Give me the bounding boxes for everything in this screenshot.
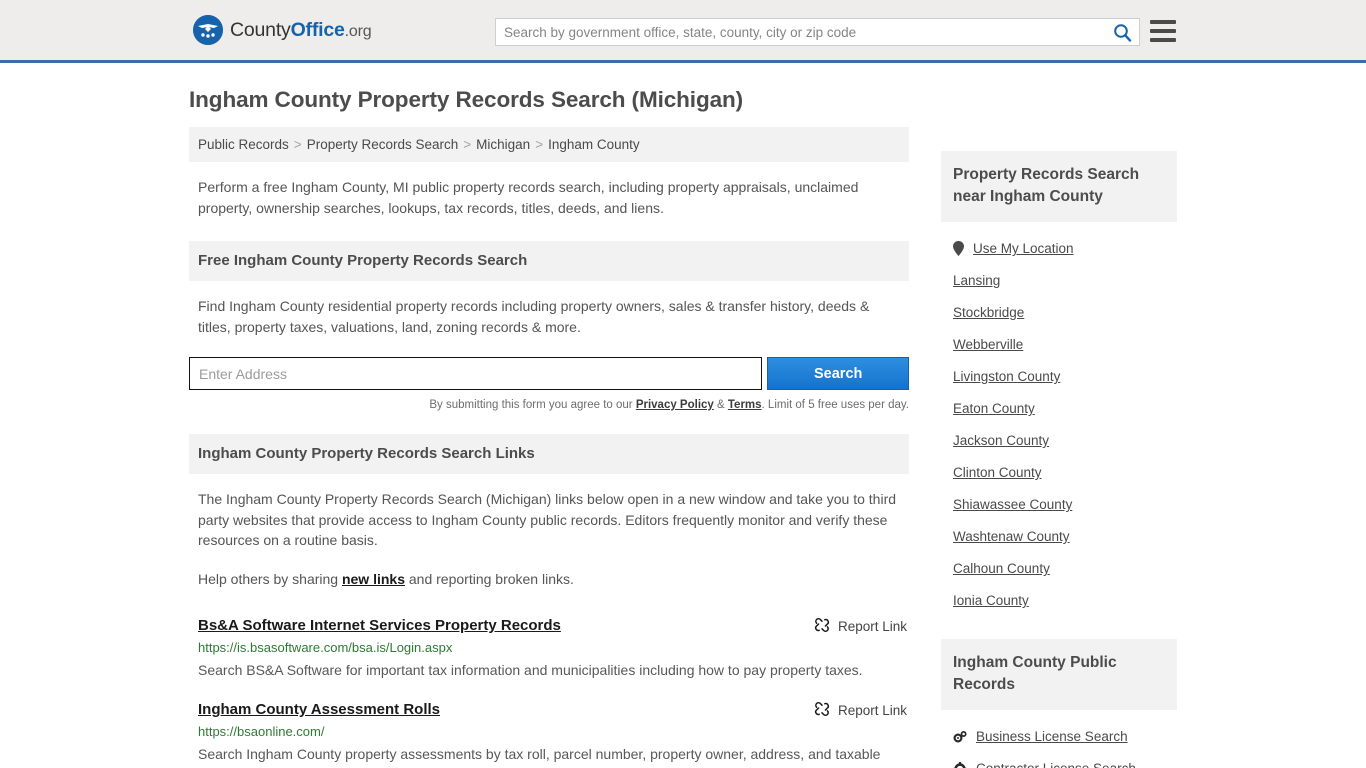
report-link-button[interactable]: Report Link (814, 617, 909, 636)
report-link-label: Report Link (837, 703, 907, 718)
hamburger-bar (1150, 38, 1176, 42)
sidebar-item-ionia-county[interactable]: Ionia County (941, 593, 1177, 608)
broken-link-icon (814, 701, 830, 720)
breadcrumb-separator: > (535, 137, 544, 152)
privacy-policy-link[interactable]: Privacy Policy (636, 399, 714, 411)
content-row: Public Records > Property Records Search > M… (189, 127, 1177, 768)
gear-icon (953, 761, 967, 768)
breadcrumb-separator: > (293, 137, 302, 152)
logo-prefix: County (230, 18, 291, 41)
sidebar-item-calhoun-county[interactable]: Calhoun County (941, 561, 1177, 576)
sidebar-item-washtenaw-county[interactable]: Washtenaw County (941, 529, 1177, 544)
sidebar-nearby-heading: Property Records Search near Ingham Coun… (941, 151, 1177, 222)
sidebar-item-lansing[interactable]: Lansing (941, 273, 1177, 288)
new-links-link[interactable]: new links (342, 571, 405, 587)
gears-icon (953, 730, 967, 744)
breadcrumb-item-michigan[interactable]: Michigan (476, 137, 530, 152)
disclaimer-pre: By submitting this form you agree to our (429, 399, 636, 411)
sidebar-public-records-list: Business License Search C (941, 729, 1177, 768)
logo-suffix: .org (344, 22, 372, 40)
sidebar-link-label[interactable]: Contractor License Search (976, 761, 1136, 768)
sidebar-item-shiawassee-county[interactable]: Shiawassee County (941, 497, 1177, 512)
search-links-paragraph: The Ingham County Property Records Searc… (198, 491, 897, 548)
sidebar-public-records-heading: Ingham County Public Records (941, 639, 1177, 710)
broken-link-icon (814, 617, 830, 636)
sidebar-item-clinton-county[interactable]: Clinton County (941, 465, 1177, 480)
help-pre: Help others by sharing (198, 570, 342, 587)
terms-link[interactable]: Terms (728, 399, 762, 411)
sidebar-link-label[interactable]: Shiawassee County (953, 497, 1072, 512)
result-link-description: Search BS&A Software for important tax i… (198, 662, 863, 678)
sidebar-link-label[interactable]: Business License Search (976, 729, 1128, 744)
disclaimer-amp: & (713, 399, 728, 411)
sidebar-link-label[interactable]: Clinton County (953, 465, 1042, 480)
result-link-description: Search Ingham County property assessment… (198, 746, 881, 762)
page-intro-text: Perform a free Ingham County, MI public … (198, 179, 859, 216)
content-container: Ingham County Property Records Search (M… (189, 87, 1177, 768)
result-link-item: Bs&A Software Internet Services Property… (189, 617, 909, 683)
site-logo[interactable]: CountyOffice.org (193, 15, 372, 45)
sidebar-nearby-list: Use My Location Lansing Stockbridge Webb… (941, 241, 1177, 608)
hamburger-bar (1150, 20, 1176, 24)
free-search-description: Find Ingham County residential property … (198, 298, 870, 335)
help-others-text: Help others by sharing new links and rep… (189, 569, 909, 590)
address-input[interactable] (189, 357, 763, 390)
result-link-header: Bs&A Software Internet Services Property… (198, 617, 909, 636)
page-body: Ingham County Property Records Search (M… (0, 87, 1366, 768)
result-link-header: Ingham County Assessment Rolls Report Li… (198, 701, 909, 720)
map-pin-icon (953, 241, 964, 256)
free-search-heading: Free Ingham County Property Records Sear… (189, 241, 909, 281)
report-link-label: Report Link (837, 619, 907, 634)
breadcrumb-item-public-records[interactable]: Public Records (198, 137, 289, 152)
sidebar-item-eaton-county[interactable]: Eaton County (941, 401, 1177, 416)
logo-wordmark: CountyOffice.org (230, 18, 372, 42)
hamburger-menu-icon[interactable] (1150, 20, 1176, 42)
help-post: and reporting broken links. (405, 570, 574, 587)
sidebar-link-label[interactable]: Ionia County (953, 593, 1029, 608)
address-search-button[interactable]: Search (767, 357, 909, 390)
report-link-button[interactable]: Report Link (814, 701, 909, 720)
sidebar-item-business-license-search[interactable]: Business License Search (941, 729, 1177, 744)
sidebar-item-livingston-county[interactable]: Livingston County (941, 369, 1177, 384)
sidebar-item-stockbridge[interactable]: Stockbridge (941, 305, 1177, 320)
search-icon[interactable] (1105, 19, 1139, 45)
breadcrumb-item-ingham-county[interactable]: Ingham County (548, 137, 640, 152)
result-link-title[interactable]: Bs&A Software Internet Services Property… (198, 617, 561, 634)
sidebar-link-label[interactable]: Jackson County (953, 433, 1049, 448)
sidebar-item-webberville[interactable]: Webberville (941, 337, 1177, 352)
sidebar-link-label[interactable]: Eaton County (953, 401, 1035, 416)
result-link-item: Ingham County Assessment Rolls Report Li… (189, 701, 909, 768)
sidebar-item-contractor-license-search[interactable]: Contractor License Search (941, 761, 1177, 768)
global-search-bar[interactable] (495, 18, 1140, 46)
sidebar-link-label[interactable]: Lansing (953, 273, 1000, 288)
main-column: Public Records > Property Records Search > M… (189, 127, 909, 768)
sidebar-item-jackson-county[interactable]: Jackson County (941, 433, 1177, 448)
page-title: Ingham County Property Records Search (M… (189, 87, 744, 112)
search-input[interactable] (496, 19, 1105, 45)
hamburger-bar (1150, 29, 1176, 33)
sidebar-link-label[interactable]: Washtenaw County (953, 529, 1070, 544)
breadcrumb: Public Records > Property Records Search > M… (189, 127, 909, 162)
breadcrumb-item-property-records-search[interactable]: Property Records Search (307, 137, 459, 152)
address-search-form: Search (189, 357, 909, 390)
form-disclaimer: By submitting this form you agree to our… (189, 399, 909, 411)
result-link-title[interactable]: Ingham County Assessment Rolls (198, 701, 440, 718)
sidebar-item-use-my-location[interactable]: Use My Location (941, 241, 1177, 256)
site-header: CountyOffice.org (0, 0, 1366, 63)
sidebar-link-label[interactable]: Stockbridge (953, 305, 1024, 320)
sidebar: Property Records Search near Ingham Coun… (941, 127, 1177, 768)
sidebar-link-label[interactable]: Webberville (953, 337, 1023, 352)
breadcrumb-separator: > (463, 137, 472, 152)
search-links-heading: Ingham County Property Records Search Li… (189, 434, 909, 474)
sidebar-link-label[interactable]: Calhoun County (953, 561, 1050, 576)
result-link-url: https://bsaonline.com/ (198, 724, 325, 739)
eagle-shield-logo-icon (193, 15, 223, 45)
result-link-url: https://is.bsasoftware.com/bsa.is/Login.… (198, 640, 453, 655)
sidebar-link-label[interactable]: Use My Location (973, 241, 1074, 256)
sidebar-link-label[interactable]: Livingston County (953, 369, 1060, 384)
logo-bold: Office (290, 18, 345, 41)
disclaimer-post: . Limit of 5 free uses per day. (761, 399, 909, 411)
